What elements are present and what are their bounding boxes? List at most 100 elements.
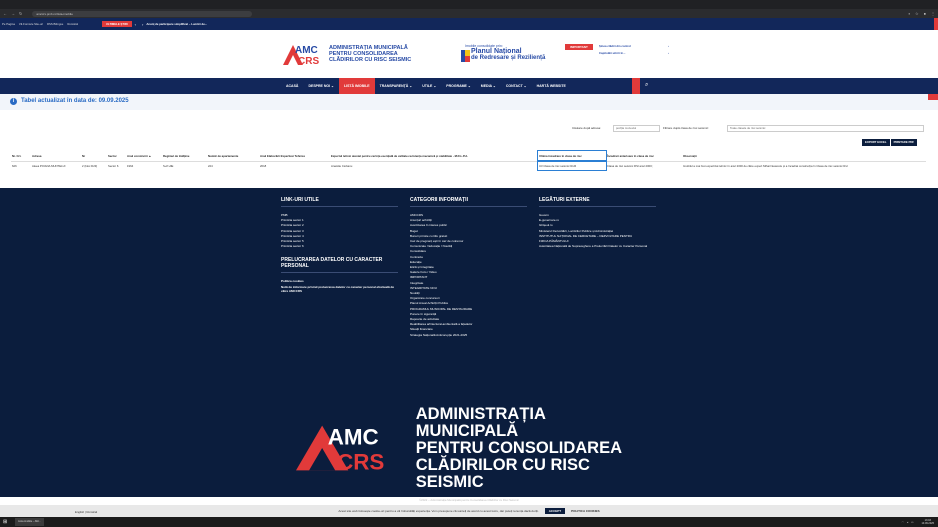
cell-sector: Sector 6 [108,163,119,168]
nav-about[interactable]: Despre noi ⌄ [303,78,339,94]
col-height-regime[interactable]: Regimul de înălțime [162,151,207,162]
cookie-policy-link[interactable]: POLITICA COOKIES [571,509,600,513]
col-apartments[interactable]: Număr de apartamente [207,151,259,162]
footer-heading: Prelucrarea datelor cu caracter personal [281,257,383,270]
topbar-link[interactable]: Vă Formule Site-uri [19,22,43,26]
footer-heading: Categorii informații [410,197,468,203]
print-pdf-button[interactable]: PRINTARE PDF [890,139,918,146]
col-expertise-year[interactable]: Anul Elaborării Expertizei Tehnice [259,151,330,162]
cell-apartments: 224 [208,163,213,168]
logo-text: Administrația Municipală pentru Consolid… [329,45,412,63]
footer-logo-mark-icon: AMC CRS [296,424,384,474]
logo-top: AMC [295,45,318,56]
cookie-banner: Acest site web folosește cookie-uri pent… [0,505,938,517]
important-label: IMPORTANT [565,44,593,50]
cell-number: 2 (bloc D23) [82,163,98,168]
col-year-built[interactable]: Anul construirii ▲ [126,151,162,162]
topbar-link[interactable]: RSS Bilingve [47,22,63,26]
nav-home[interactable]: Acasă [281,78,303,94]
col-last-risk-class[interactable]: Ultima încadrare în clasa de risc [537,150,607,162]
taskbar-app-browser[interactable]: Lista imobile – AM... [15,518,44,526]
cell-expert: Anatolie Ciobanu [331,163,353,168]
top-bar: Pe Pagina Vă Formule Site-uri RSS Biling… [0,18,938,30]
start-icon[interactable]: ⊞ [3,519,7,525]
footer-col-categories: Categorii informații AMCCRS Anunțuri ach… [410,197,527,338]
footer-logo-top: AMC [328,424,379,449]
footer-logo-text: Administrația Municipală pentru Consolid… [415,404,623,491]
address-search-input[interactable]: poziția muzeului [613,125,660,132]
pnrr-banner[interactable]: Imobile consolidate prin: Planul Naționa… [461,44,559,66]
cell-nr: 626 [12,163,17,168]
search-icon[interactable]: ⌕ [645,82,648,89]
chevron-right-icon: › [668,44,669,48]
footer-link[interactable]: Strategia Națională Anticorupție 2021-20… [410,333,527,338]
col-number[interactable]: Nr [81,151,107,162]
address-bar[interactable]: amccrs.pmb.ro/lista-imobile [32,10,253,17]
system-tray: ◠ ◂ ▭ [902,521,914,524]
language-switcher[interactable]: English | Română [75,510,97,514]
nav-useful[interactable]: Utile ⌄ [417,78,441,94]
footer-logo[interactable]: AMC CRS Administrația Municipală pentru … [296,405,646,490]
col-nr[interactable]: Nr. Crt. [11,151,31,162]
cell-previous-risk-class: Clasa de risc seismic RSI anul 2000; [607,163,653,168]
accent-bar [934,18,938,30]
cell-expertise-year: 2018 [260,163,267,168]
footer-link[interactable]: Notă de informare privind prelucrarea da… [281,285,398,294]
chevron-left-icon[interactable]: ‹ [135,22,136,27]
risk-filter-label: Filtrare după clasa de risc seismic: [663,126,710,130]
extension-icon[interactable]: ▪ [909,11,910,16]
col-expert[interactable]: Expertul tehnic atestat pentru cerința e… [330,151,538,162]
pnrr-subtitle: de Redresare și Reziliență [471,55,546,61]
battery-icon[interactable]: ▭ [911,521,913,524]
cookie-text: Acest site web folosește cookie-uri pent… [338,509,539,513]
nav-accent [632,78,640,94]
export-buttons: EXPORT EXCEL PRINTARE PDF [862,139,918,146]
important-list: Șinoa clădiri din control › Capitolări ui… [599,44,669,58]
cell-observations: Imobilul a mai fost expertizat tehnic în… [683,163,848,168]
nav-buildings-list[interactable]: Listă imobile [338,78,375,94]
pnrr-flag-icon [461,50,470,62]
news-ticker[interactable]: Anunț de participare simplificat – Lucră… [146,22,207,26]
important-item[interactable]: Șinoa clădiri din control › [599,44,669,48]
important-item[interactable]: Capitolări uitrrii în... › [599,51,669,55]
wifi-icon[interactable]: ◠ [902,521,904,524]
clock[interactable]: 13:03 10.09.2025 [921,519,934,525]
chevron-right-icon: › [668,51,669,55]
profile-icon[interactable]: ● [924,11,926,16]
site-header: AMC CRS Administrația Municipală pentru … [0,30,938,78]
footer-link[interactable]: Autoritatea Națională de Supraveghere a … [539,244,657,249]
pnrr-title: Planul Național [471,48,522,55]
main-nav: Acasă Despre noi ⌄ Listă imobile Transpa… [0,78,938,94]
logo-bottom: CRS [298,56,319,65]
back-icon[interactable]: ← [3,11,7,16]
site-logo[interactable]: AMC CRS Administrația Municipală pentru … [283,43,413,65]
nav-media[interactable]: Media ⌄ [476,78,501,94]
nav-programs[interactable]: Programe ⌄ [441,78,476,94]
col-sector[interactable]: Sector [107,151,126,162]
nav-transparency[interactable]: Transparență ⌄ [375,78,418,94]
risk-class-select[interactable]: Toate clasele de risc seismic [727,125,924,132]
volume-icon[interactable]: ◂ [907,521,908,524]
update-text: Tabel actualizat în data de: 09.09.2025 [21,98,129,104]
cookie-accept-button[interactable]: ACCEPT [544,508,566,514]
latest-news-label: ULTIMELE ȘTIRI [101,21,132,27]
col-address[interactable]: Adresa [31,151,81,162]
nav-sitemap[interactable]: Hartă website [532,78,571,94]
nav-contact[interactable]: Contact ⌄ [501,78,532,94]
update-notice: i Tabel actualizat în data de: 09.09.202… [0,94,938,110]
reload-icon[interactable]: ↻ [19,11,22,16]
buildings-table: Nr. Crt. Adresa Nr Sector Anul construir… [11,150,926,171]
forward-icon[interactable]: → [11,11,15,16]
topbar-link[interactable]: Română [67,22,78,26]
col-observations[interactable]: Observații [682,151,926,162]
export-excel-button[interactable]: EXPORT EXCEL [862,139,890,146]
footer-link[interactable]: Primăria sector 6 [281,244,398,249]
info-icon: i [10,98,17,105]
topbar-link[interactable]: Pe Pagina [2,22,15,26]
footer-heading: Legături externe [539,197,590,203]
bookmark-icon[interactable]: ☆ [915,11,919,16]
chevron-right-icon[interactable]: › [142,22,143,27]
accessibility-button[interactable] [928,94,938,100]
menu-icon[interactable]: ⋮ [931,11,935,16]
col-previous-risk-class[interactable]: Încadrari anterioare în clasa de risc [606,151,682,162]
